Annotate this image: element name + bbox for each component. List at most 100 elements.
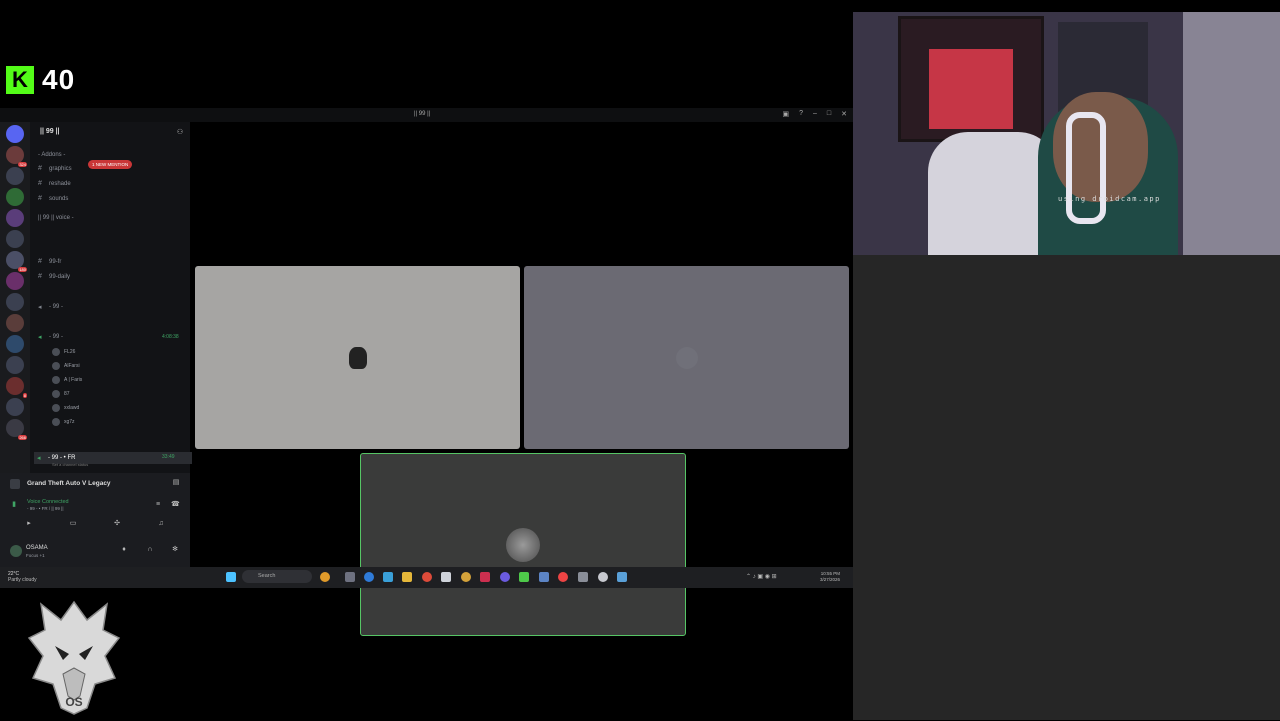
obs-icon[interactable] [558, 572, 568, 582]
voice-channel[interactable]: ◂ - 99 - [38, 303, 63, 311]
user-panel: Grand Theft Auto V Legacy ▤ ▮ Voice Conn… [0, 473, 190, 573]
app-icon[interactable] [519, 572, 529, 582]
category-voice[interactable]: || 99 || voice - [38, 215, 74, 221]
channel-99-fr[interactable]: #99-fr [38, 258, 61, 265]
soundboard-icon[interactable]: ♫ [157, 520, 165, 528]
notepad-icon[interactable] [441, 572, 451, 582]
screen-share-icon[interactable]: ▭ [69, 520, 77, 528]
channel-status[interactable]: Set a channel status [52, 462, 88, 467]
kick-logo-icon: K [6, 66, 34, 94]
voice-user[interactable]: xxlawd [52, 404, 79, 412]
wall-panel [1183, 12, 1280, 255]
dark-background [853, 255, 1280, 720]
video-tile[interactable] [524, 266, 849, 449]
camera-icon[interactable]: ▸ [25, 520, 33, 528]
start-icon[interactable] [226, 572, 236, 582]
search-box[interactable]: Search [242, 570, 312, 583]
logo-text: OS [65, 695, 82, 709]
close-button[interactable]: ✕ [841, 110, 847, 118]
kick-viewer-badge: K 40 [6, 64, 75, 96]
user-avatar [506, 527, 540, 562]
signal-icon: ▮ [12, 501, 16, 508]
channel-sounds[interactable]: # sounds [38, 195, 68, 202]
user-avatar [675, 346, 698, 369]
server-icon[interactable] [6, 356, 24, 374]
game-icon [10, 479, 20, 489]
server-icon[interactable] [6, 293, 24, 311]
poster-figure [929, 49, 1013, 129]
voice-channel[interactable]: ◂ - 99 - [38, 333, 63, 341]
voice-user[interactable]: xg7z [52, 418, 75, 426]
help-icon[interactable]: ? [799, 110, 803, 118]
server-icon[interactable] [6, 209, 24, 227]
voice-user[interactable]: 87 [52, 390, 70, 398]
server-icon[interactable] [6, 314, 24, 332]
server-icon[interactable]: 324 [6, 146, 27, 167]
weather-widget[interactable]: 22°C Partly cloudy [8, 571, 37, 583]
droidcam-watermark: using droidcam.app [1058, 195, 1161, 203]
voice-user[interactable]: A | Faris [52, 376, 82, 384]
title-bar: || 99 || ▣ ? – □ ✕ [0, 108, 853, 122]
microphone-icon[interactable]: ♦ [120, 546, 128, 554]
activity-settings-icon[interactable]: ▤ [172, 479, 180, 487]
voice-user[interactable]: FL26 [52, 348, 75, 356]
activities-icon[interactable]: ✣ [113, 520, 121, 528]
server-icon[interactable]: 266 [6, 419, 27, 440]
app-icon[interactable] [617, 572, 627, 582]
noise-suppression-icon[interactable]: ≡ [154, 501, 162, 509]
task-view-icon[interactable] [345, 572, 355, 582]
disconnect-icon[interactable]: ☎ [171, 501, 180, 509]
headphones-icon[interactable]: ∩ [146, 546, 154, 554]
maximize-button[interactable]: □ [827, 110, 831, 118]
channel-reshade[interactable]: # reshade [38, 180, 71, 187]
app-icon[interactable] [500, 572, 510, 582]
direct-messages-icon[interactable] [6, 125, 24, 143]
server-icon[interactable] [6, 398, 24, 416]
server-icon[interactable] [6, 167, 24, 185]
avatar[interactable] [10, 545, 22, 557]
taskbar: 22°C Partly cloudy Search ⌃ ♪ ▣ ◉ ⊞ 10:5… [0, 567, 853, 588]
server-icon[interactable] [6, 188, 24, 206]
settings-icon[interactable] [598, 572, 608, 582]
widget-icon[interactable] [320, 572, 330, 582]
speaker-icon: ◂ [38, 334, 42, 341]
add-member-icon[interactable]: ⚇ [176, 129, 184, 137]
game-activity: Grand Theft Auto V Legacy [27, 480, 111, 487]
speaking-video-tile[interactable] [360, 453, 686, 636]
system-tray-icons[interactable]: ⌃ ♪ ▣ ◉ ⊞ [746, 573, 777, 580]
app-icon[interactable] [461, 572, 471, 582]
settings-gear-icon[interactable]: ✻ [171, 546, 179, 554]
channel-99-daily[interactable]: #99-daily [38, 273, 70, 280]
server-icon[interactable]: 8 [6, 377, 27, 398]
file-explorer-icon[interactable] [402, 572, 412, 582]
call-timer: 4:08:38 [162, 334, 179, 340]
app-icon[interactable] [480, 572, 490, 582]
server-icon[interactable] [6, 272, 24, 290]
window-title: || 99 || [414, 111, 431, 117]
minimize-button[interactable]: – [813, 110, 817, 118]
edge-icon[interactable] [364, 572, 374, 582]
video-tile[interactable] [195, 266, 520, 449]
speaker-icon: ◂ [38, 304, 42, 311]
channel-graphics[interactable]: # graphics [38, 165, 72, 172]
clock[interactable]: 10:55 PM 3/27/2026 [820, 571, 840, 583]
user-avatar [348, 346, 367, 369]
server-icon[interactable] [6, 230, 24, 248]
app-icon[interactable] [383, 572, 393, 582]
channel-timer: 33:49 [162, 454, 175, 460]
app-icon[interactable] [539, 572, 549, 582]
voice-user[interactable]: AlFarsi [52, 362, 80, 370]
server-name[interactable]: || 99 || [40, 128, 60, 135]
inbox-icon[interactable]: ▣ [782, 110, 789, 118]
server-icon[interactable]: 180 [6, 251, 27, 272]
category-addons[interactable]: - Addons - [38, 152, 65, 158]
username[interactable]: OSAMA [26, 545, 48, 551]
new-mention-badge[interactable]: 1 NEW MENTION [88, 160, 133, 169]
wall-poster [898, 16, 1044, 142]
viewer-count: 40 [42, 64, 76, 95]
server-icon[interactable] [6, 335, 24, 353]
voice-status[interactable]: Voice Connected [27, 499, 69, 505]
app-icon[interactable] [578, 572, 588, 582]
webcam-feed: using droidcam.app [853, 12, 1280, 255]
chrome-icon[interactable] [422, 572, 432, 582]
